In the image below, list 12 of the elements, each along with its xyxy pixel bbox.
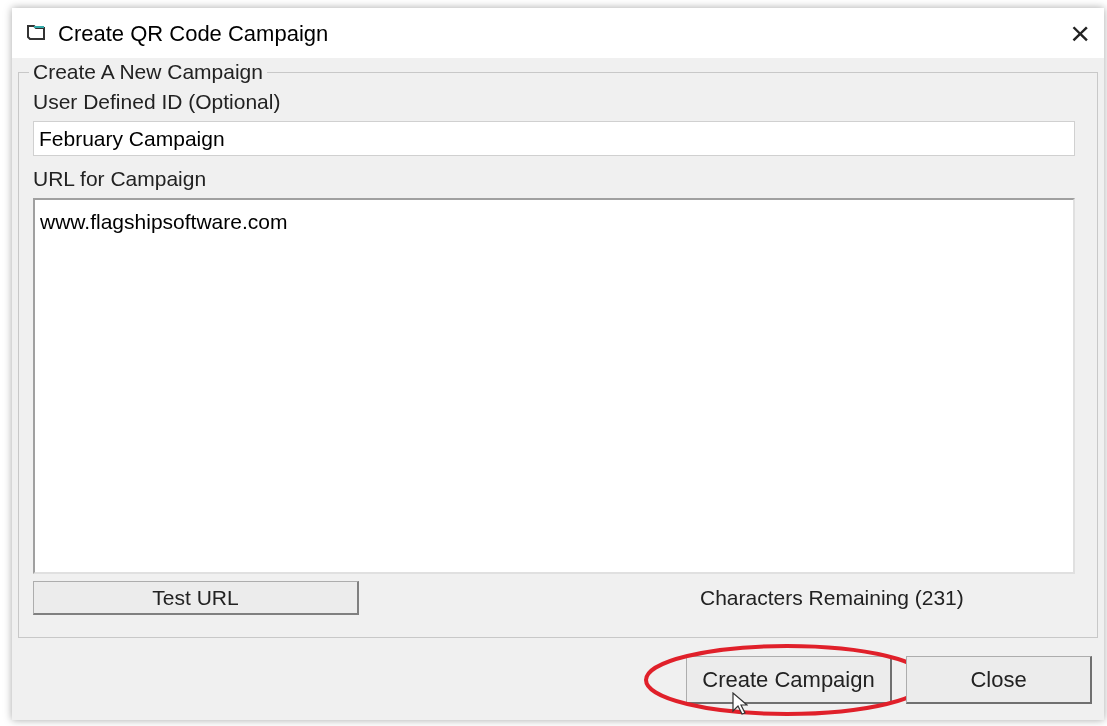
field-label: User Defined ID (Optional) (33, 89, 282, 115)
close-button[interactable]: × (1066, 16, 1094, 50)
field-label: URL for Campaign (33, 166, 208, 192)
window-icon (26, 23, 48, 43)
window-title: Create QR Code Campaign (58, 19, 329, 48)
input-field[interactable]: February Campaign (33, 121, 1075, 156)
characters-remaining-text: Characters Remaining (231) (700, 585, 964, 612)
dialog-button[interactable]: Create Campaign (686, 656, 892, 704)
text-area[interactable]: www.flagshipsoftware.com (33, 198, 1075, 574)
cursor-icon (732, 692, 748, 716)
test-url-button[interactable]: Test URL (33, 581, 359, 615)
dialog-button[interactable]: Close (906, 656, 1092, 704)
